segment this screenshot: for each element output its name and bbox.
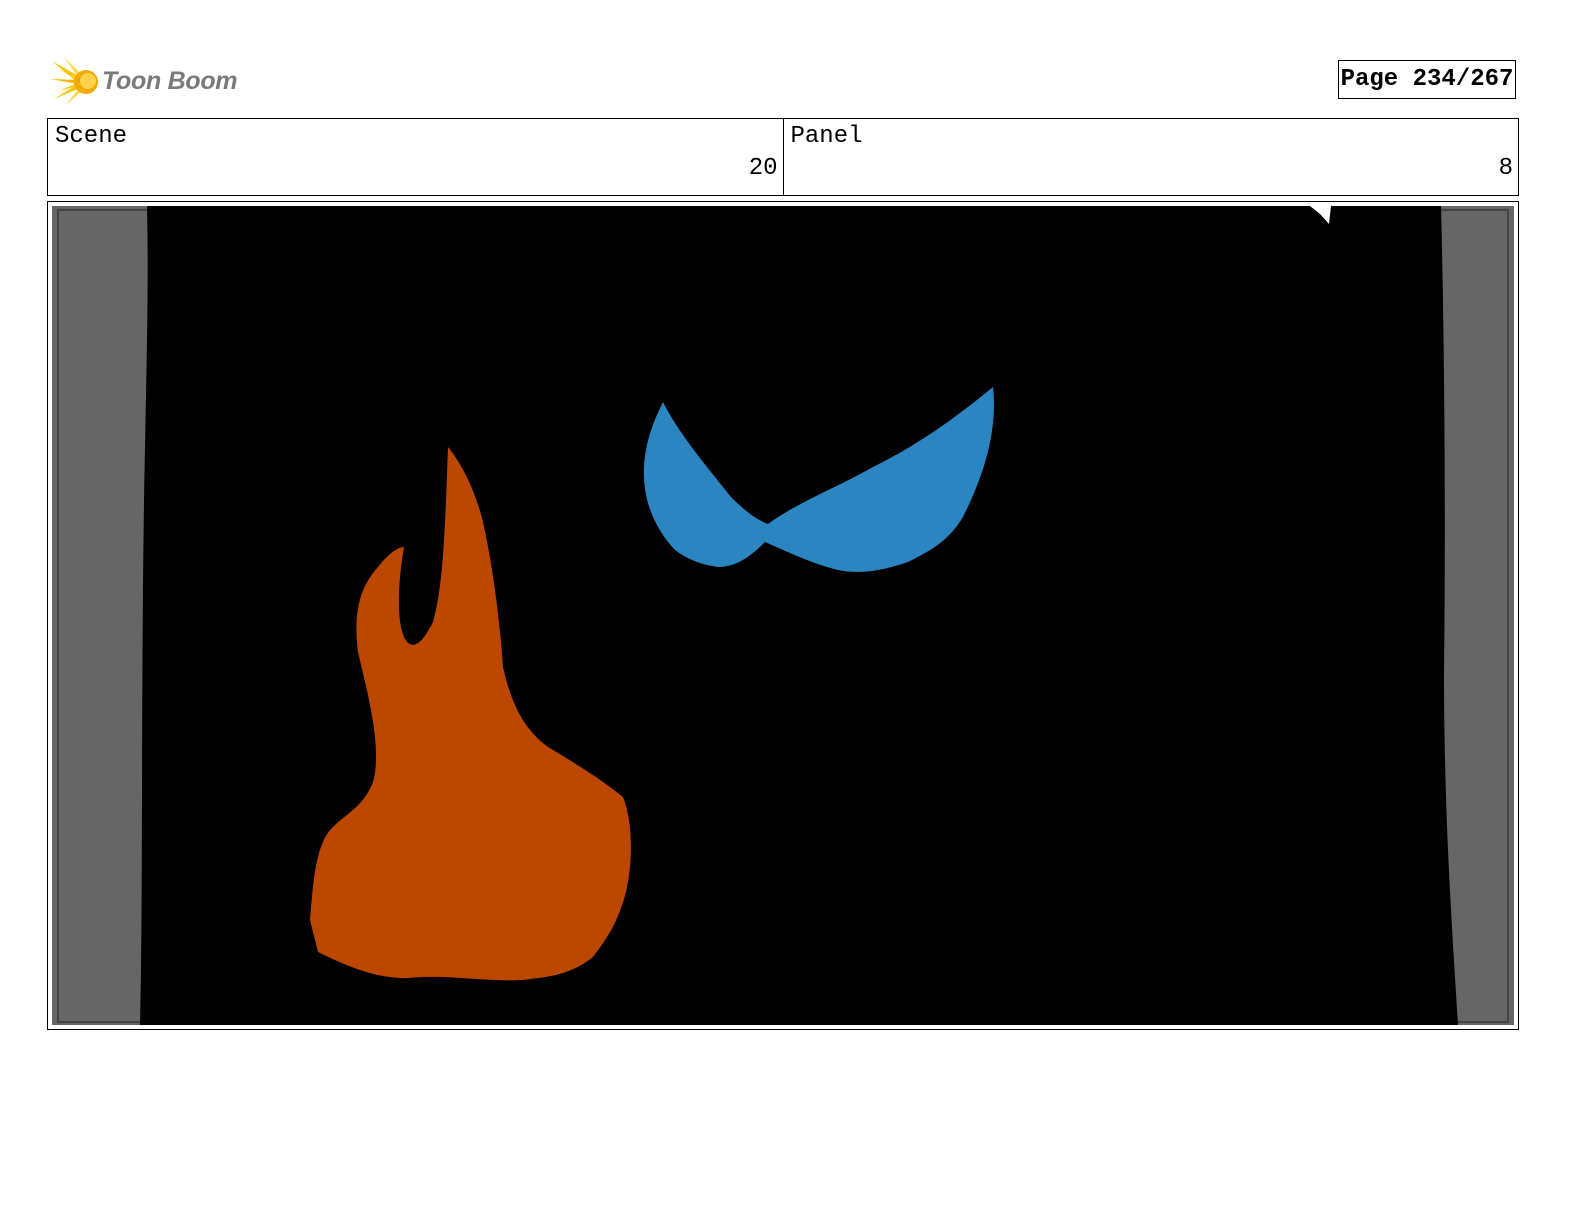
panel-number: 8: [1498, 155, 1513, 182]
scene-label: Scene: [55, 123, 128, 150]
page-indicator: Page 234/267: [1338, 60, 1516, 99]
scene-panel-info: Scene 20 Panel 8: [47, 118, 1519, 196]
panel-label: Panel: [790, 123, 863, 150]
panel-cell: Panel 8: [782, 119, 1519, 195]
starburst-icon: [50, 57, 98, 105]
scene-number: 20: [748, 155, 778, 182]
panel-drawing: [52, 206, 1514, 1025]
toon-boom-logo: Toon Boom: [50, 54, 250, 108]
storyboard-panel: [47, 201, 1519, 1030]
logo-text: Toon Boom: [102, 66, 238, 95]
scene-cell: Scene 20: [48, 119, 783, 195]
